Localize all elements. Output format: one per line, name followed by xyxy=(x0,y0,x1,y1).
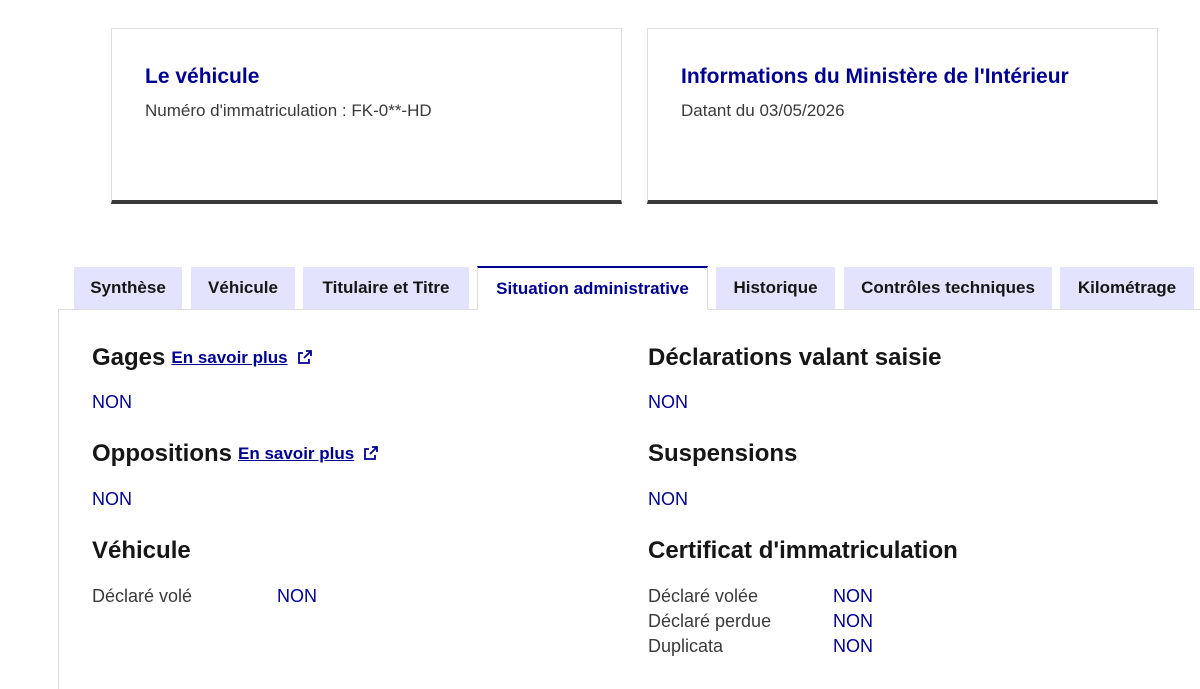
vehicule-section-title: Véhicule xyxy=(92,537,191,564)
tab-titulaire-et-titre[interactable]: Titulaire et Titre xyxy=(303,267,469,309)
certificat-duplicata-value: NON xyxy=(833,636,873,656)
gages-value: NON xyxy=(92,392,132,412)
declarations-section-title: Déclarations valant saisie xyxy=(648,344,942,371)
tab-situation-administrative[interactable]: Situation administrative xyxy=(477,266,708,310)
tab-controles-techniques[interactable]: Contrôles techniques xyxy=(844,267,1052,309)
tab-vehicule[interactable]: Véhicule xyxy=(191,267,295,309)
gages-learn-more-label: En savoir plus xyxy=(171,348,288,367)
external-link-icon xyxy=(297,350,312,364)
certificat-declare-volee-label: Déclaré volée xyxy=(648,586,759,606)
gages-section: Gages En savoir plus xyxy=(92,344,312,372)
certificat-section-title: Certificat d'immatriculation xyxy=(648,537,958,564)
tab-synthese[interactable]: Synthèse xyxy=(74,267,182,309)
declarations-value: NON xyxy=(648,392,688,412)
gages-learn-more-link[interactable]: En savoir plus xyxy=(171,348,312,367)
oppositions-value: NON xyxy=(92,489,132,509)
declare-vole-value: NON xyxy=(277,586,317,606)
tab-historique[interactable]: Historique xyxy=(716,267,835,309)
vehicle-card-title: Le véhicule xyxy=(145,65,260,88)
certificat-declare-perdue-label: Déclaré perdue xyxy=(648,611,772,631)
certificat-duplicata-label: Duplicata xyxy=(648,636,724,656)
tab-kilometrage[interactable]: Kilométrage xyxy=(1060,267,1194,309)
ministry-card: Informations du Ministère de l'Intérieur… xyxy=(647,28,1158,204)
suspensions-value: NON xyxy=(648,489,688,509)
oppositions-learn-more-link[interactable]: En savoir plus xyxy=(238,444,379,463)
ministry-card-title: Informations du Ministère de l'Intérieur xyxy=(681,65,1069,88)
oppositions-learn-more-label: En savoir plus xyxy=(238,444,355,463)
vehicle-card: Le véhicule Numéro d'immatriculation : F… xyxy=(111,28,622,204)
oppositions-section: Oppositions En savoir plus xyxy=(92,440,379,468)
ministry-date-text: Datant du 03/05/2026 xyxy=(681,101,845,120)
external-link-icon xyxy=(364,446,379,460)
certificat-declare-perdue-value: NON xyxy=(833,611,873,631)
certificat-declare-volee-value: NON xyxy=(833,586,873,606)
plate-number-text: Numéro d'immatriculation : FK-0**-HD xyxy=(145,101,432,120)
gages-title: Gages xyxy=(92,344,166,371)
tab-panel: Gages En savoir plus NON Oppositions En sa… xyxy=(58,309,1200,689)
declare-vole-label: Déclaré volé xyxy=(92,586,193,606)
suspensions-section-title: Suspensions xyxy=(648,440,798,467)
oppositions-title: Oppositions xyxy=(92,440,232,467)
